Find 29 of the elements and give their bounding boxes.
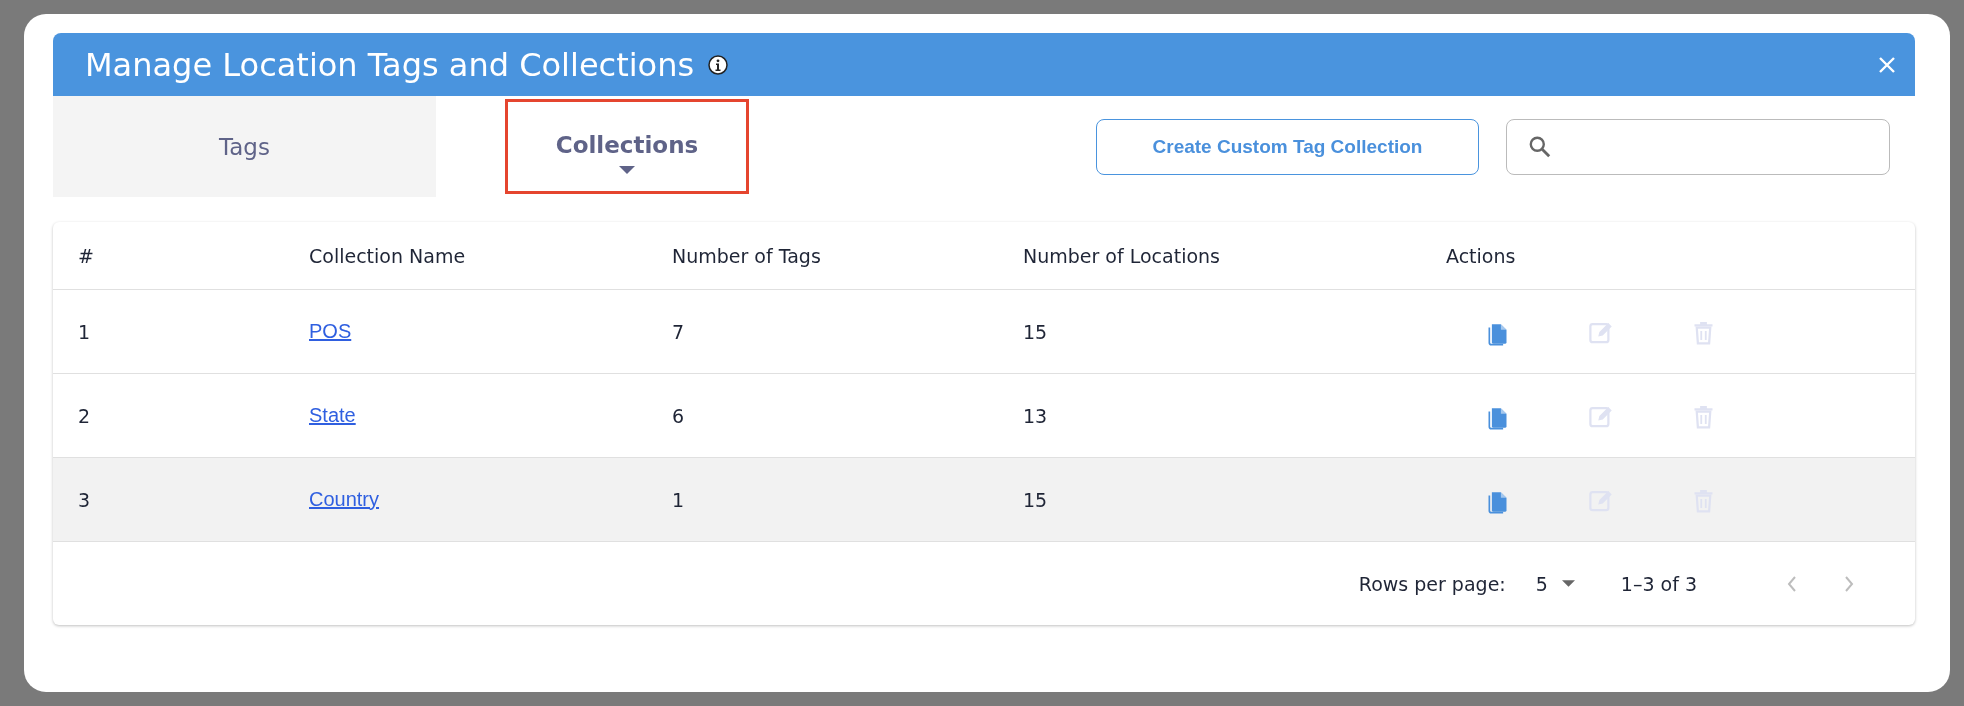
table-cell-text: 3 (78, 488, 92, 511)
search-field[interactable] (1506, 118, 1890, 175)
rows-per-page-select[interactable]: 5 (1535, 572, 1575, 595)
collection-link[interactable]: State (309, 404, 356, 426)
dialog-title: Manage Location Tags and Collections (85, 45, 695, 84)
info-icon[interactable] (708, 54, 729, 75)
create-collection-button[interactable]: Create Custom Tag Collection (1096, 118, 1479, 175)
column-header: Actions (1446, 244, 1517, 267)
table-cell-text: 13 (1023, 404, 1049, 427)
table-cell-text: 2 (78, 404, 92, 427)
table-cell-text: 1 (78, 320, 92, 343)
table-cell-text: 7 (672, 320, 686, 343)
table-cell-text: 15 (1023, 488, 1049, 511)
column-header: # (78, 244, 95, 267)
collection-link[interactable]: POS (309, 320, 352, 342)
table-cell-text: 1 (672, 488, 686, 511)
page-range: 1–3 of 3 (1620, 572, 1697, 595)
tab[interactable]: Collections (505, 99, 749, 194)
rows-per-page-label: Rows per page: (1358, 572, 1506, 595)
table-cell-text: 6 (672, 404, 686, 427)
close-icon[interactable] (1877, 54, 1897, 75)
column-header: Number of Locations (1023, 244, 1221, 267)
caret-icon (619, 165, 635, 174)
column-header: Collection Name (309, 244, 467, 267)
tab[interactable]: Tags (53, 96, 436, 197)
collection-link[interactable]: Country (309, 488, 380, 510)
table-cell-text: 15 (1023, 320, 1049, 343)
column-header: Number of Tags (672, 244, 822, 267)
caret-icon (1561, 580, 1575, 587)
